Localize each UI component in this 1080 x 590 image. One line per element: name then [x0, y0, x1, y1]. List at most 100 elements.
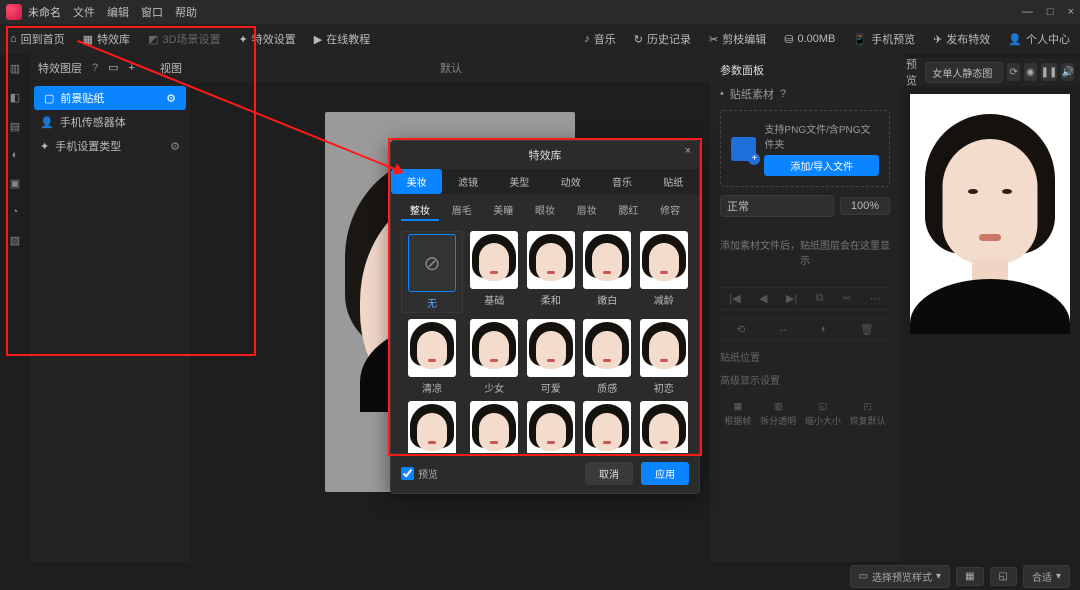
- preview-checkbox[interactable]: 预览: [401, 466, 438, 481]
- copy-icon[interactable]: ⧉: [816, 292, 824, 305]
- lb-icon-1[interactable]: ◧: [10, 91, 20, 104]
- mask-icon[interactable]: ◐: [821, 323, 828, 336]
- delete-icon[interactable]: 🗑: [860, 323, 874, 336]
- tb-tutorial[interactable]: ▶在线教程: [314, 31, 370, 47]
- sub-eye[interactable]: 眼妆: [526, 200, 564, 221]
- flip-icon[interactable]: ↔: [778, 323, 789, 336]
- lb-icon-0[interactable]: ▥: [10, 62, 20, 75]
- tab-filter[interactable]: 滤镜: [442, 169, 493, 194]
- refresh-icon[interactable]: ⟳: [1007, 63, 1020, 81]
- window-close[interactable]: ×: [1068, 6, 1074, 18]
- window-minimize[interactable]: —: [1022, 6, 1033, 18]
- lb-icon-3[interactable]: ◐: [12, 149, 19, 161]
- skip-start-icon[interactable]: |◀: [729, 292, 740, 305]
- canvas-tab[interactable]: 默认: [440, 60, 462, 76]
- preset-item-14[interactable]: [639, 401, 690, 453]
- tb-publish[interactable]: ✈发布特效: [933, 31, 990, 47]
- close-icon[interactable]: ×: [685, 145, 691, 157]
- document-title: 未命名: [28, 4, 61, 20]
- cancel-button[interactable]: 取消: [585, 462, 633, 485]
- lb-icon-5[interactable]: ◔: [12, 206, 19, 218]
- sub-blush[interactable]: 腮红: [610, 200, 648, 221]
- help-icon[interactable]: ?: [92, 62, 98, 74]
- preset-嫩白[interactable]: 嫩白: [582, 231, 633, 313]
- tb-home[interactable]: ⌂回到首页: [10, 31, 65, 47]
- preset-item-11[interactable]: [469, 401, 520, 453]
- cut-icon[interactable]: ✂: [842, 292, 851, 305]
- preview-mode-select[interactable]: 女单人静态图: [925, 62, 1003, 83]
- tb-phone-preview[interactable]: 📱手机预览: [853, 31, 915, 47]
- tb-profile[interactable]: 👤个人中心: [1008, 31, 1070, 47]
- window-maximize[interactable]: □: [1047, 6, 1054, 18]
- help-icon[interactable]: ?: [780, 88, 786, 100]
- preset-少女[interactable]: 少女: [469, 319, 520, 395]
- gear-icon[interactable]: ⚙: [170, 140, 180, 153]
- preset-item-10[interactable]: [401, 401, 463, 453]
- bb-icon1[interactable]: ▦: [956, 567, 983, 586]
- add-icon[interactable]: +: [129, 62, 135, 74]
- tab-makeup[interactable]: 美妆: [391, 169, 442, 194]
- preset-减龄[interactable]: 减龄: [639, 231, 690, 313]
- tab-effect[interactable]: 动效: [545, 169, 596, 194]
- preset-初恋[interactable]: 初恋: [639, 319, 690, 395]
- preset-thumb: [640, 319, 688, 377]
- upload-button[interactable]: 添加/导入文件: [764, 155, 879, 176]
- fi-1[interactable]: ▥拆分透明: [760, 401, 796, 427]
- menu-window[interactable]: 窗口: [141, 4, 163, 20]
- layer-item-foreground-sticker[interactable]: ▢ 前景贴纸 ⚙: [34, 86, 186, 110]
- opacity-input[interactable]: 100%: [840, 197, 890, 215]
- tb-effects-lib[interactable]: ▦特效库: [83, 31, 130, 47]
- tab-music[interactable]: 音乐: [596, 169, 647, 194]
- bb-icon2[interactable]: ◱: [990, 567, 1017, 586]
- fi-3[interactable]: ◰恢复默认: [850, 401, 886, 427]
- tb-clip-edit[interactable]: ✂剪枝编辑: [709, 31, 766, 47]
- fi-0[interactable]: ▦根据帧: [724, 401, 751, 427]
- layer-label: 前景贴纸: [60, 90, 104, 106]
- tab-beauty[interactable]: 美型: [494, 169, 545, 194]
- sub-pupil[interactable]: 美瞳: [484, 200, 522, 221]
- menu-help[interactable]: 帮助: [175, 4, 197, 20]
- sound-icon[interactable]: 🔊: [1061, 63, 1074, 81]
- tb-storage[interactable]: ⛁0.00MB: [784, 33, 835, 46]
- lb-icon-2[interactable]: ▤: [10, 120, 20, 133]
- upload-box[interactable]: 支持PNG文件/含PNG文件夹 添加/导入文件: [720, 110, 890, 187]
- sub-lip[interactable]: 唇妆: [568, 200, 606, 221]
- record-icon[interactable]: ◉: [1024, 63, 1037, 81]
- gear-icon[interactable]: ⚙: [166, 92, 176, 105]
- layer-item-phone-settings[interactable]: ✦ 手机设置类型 ⚙: [30, 134, 190, 158]
- new-layer-icon[interactable]: ▭: [108, 61, 118, 74]
- preview-style-button[interactable]: ▭选择预览样式▾: [850, 565, 950, 588]
- menu-file[interactable]: 文件: [73, 4, 95, 20]
- tb-history[interactable]: ↻历史记录: [634, 31, 691, 47]
- apply-button[interactable]: 应用: [641, 462, 689, 485]
- preset-质感[interactable]: 质感: [582, 319, 633, 395]
- fi-2[interactable]: ◱缩小大小: [805, 401, 841, 427]
- preset-柔和[interactable]: 柔和: [526, 231, 577, 313]
- preset-可爱[interactable]: 可爱: [526, 319, 577, 395]
- preset-item-12[interactable]: [526, 401, 577, 453]
- preset-无[interactable]: ⊘无: [401, 231, 463, 313]
- menu-edit[interactable]: 编辑: [107, 4, 129, 20]
- tb-effect-settings[interactable]: ✦特效设置: [239, 31, 296, 47]
- rotate-icon[interactable]: ⟲: [736, 323, 745, 336]
- preset-清凉[interactable]: 清凉: [401, 319, 463, 395]
- pause-icon[interactable]: ❚❚: [1041, 63, 1058, 81]
- modal-title: 特效库: [529, 150, 562, 162]
- tab-sticker[interactable]: 贴纸: [648, 169, 699, 194]
- skip-end-icon[interactable]: ▶|: [786, 292, 797, 305]
- sub-brow[interactable]: 眉毛: [443, 200, 481, 221]
- more-icon[interactable]: ⋯: [870, 292, 881, 305]
- blend-mode-select[interactable]: 正常: [720, 195, 834, 217]
- view-label[interactable]: 视图: [160, 60, 182, 76]
- layer-item-phone-sensor[interactable]: 👤 手机传感器体: [30, 110, 190, 134]
- sub-contour[interactable]: 修容: [651, 200, 689, 221]
- lb-icon-4[interactable]: ▣: [10, 177, 20, 190]
- prev-icon[interactable]: ◀: [759, 292, 767, 305]
- preset-item-13[interactable]: [582, 401, 633, 453]
- zoom-fit[interactable]: 合适▾: [1023, 565, 1070, 588]
- lb-icon-6[interactable]: ▧: [10, 234, 20, 247]
- preset-基础[interactable]: 基础: [469, 231, 520, 313]
- layer-icon: ✦: [40, 140, 49, 153]
- sub-full[interactable]: 整妆: [401, 200, 439, 221]
- tb-music[interactable]: ♪音乐: [584, 31, 616, 47]
